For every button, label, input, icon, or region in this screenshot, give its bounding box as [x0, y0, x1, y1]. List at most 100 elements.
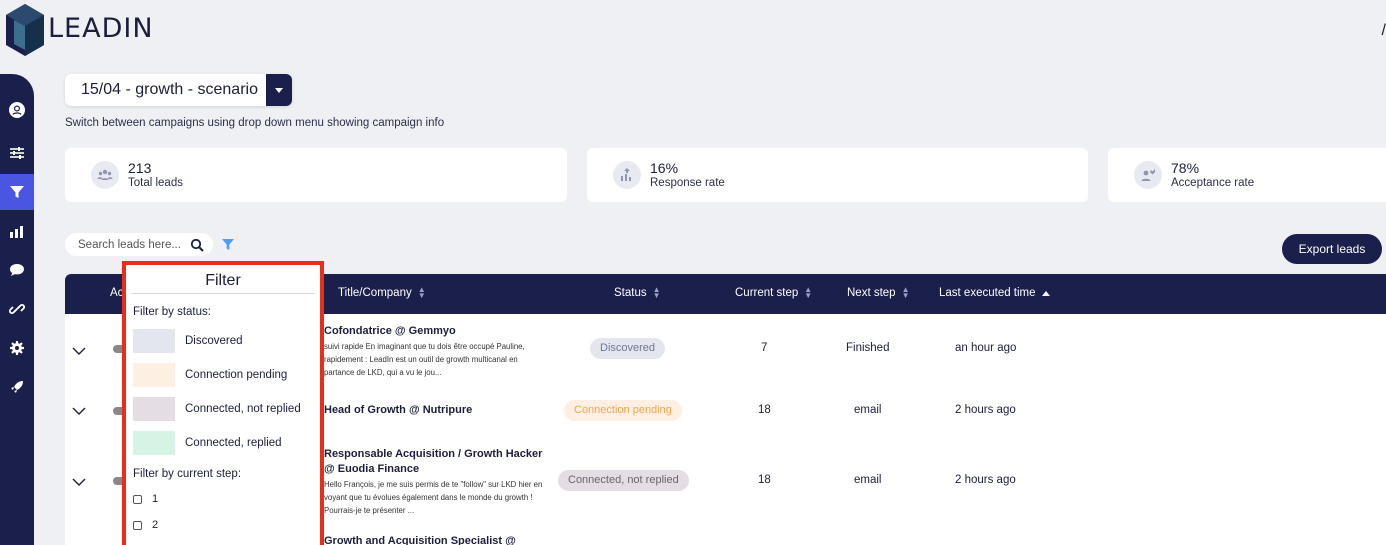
- step-option-label: 2: [152, 519, 159, 531]
- rocket-icon: [11, 381, 23, 393]
- status-badge: Discovered: [590, 338, 666, 359]
- link-icon: [9, 304, 25, 314]
- sort-icon: ▲ ▼: [417, 285, 426, 300]
- leadin-logo[interactable]: LEADIN: [6, 4, 154, 56]
- last-executed-cell: 2 hours ago: [955, 404, 1016, 416]
- step-checkbox[interactable]: [133, 520, 142, 530]
- stat-label: Total leads: [128, 177, 183, 189]
- campaign-dropdown[interactable]: 15/04 - growth - scenario: [65, 74, 292, 106]
- column-header-last-executed[interactable]: Last executed time: [939, 287, 1050, 299]
- sidebar-item-messages[interactable]: [0, 252, 34, 288]
- search-input[interactable]: [78, 238, 182, 251]
- column-header-label: Current step: [735, 287, 799, 299]
- last-executed-cell: 2 hours ago: [955, 474, 1016, 486]
- sort-icon: ▲ ▼: [901, 285, 910, 300]
- filter-status-option-connection-pending[interactable]: Connection pending: [133, 358, 320, 392]
- filter-title: Filter: [131, 265, 315, 294]
- gear-icon: [10, 341, 24, 355]
- lead-title[interactable]: Responsable Acquisition / Growth Hacker …: [324, 447, 544, 477]
- sort-ascending-icon: [1041, 290, 1050, 296]
- filter-status-option-connected-not-replied[interactable]: Connected, not replied: [133, 392, 320, 426]
- lead-title[interactable]: Growth and Acquisition Specialist @: [324, 534, 544, 545]
- column-header-current-step[interactable]: Current step ▲ ▼: [735, 285, 813, 300]
- next-step-cell: email: [854, 474, 882, 486]
- sidebar-item-integrations[interactable]: [0, 291, 34, 327]
- filter-status-option-connected-replied[interactable]: Connected, replied: [133, 426, 320, 460]
- status-option-label: Connection pending: [185, 369, 288, 381]
- lead-title[interactable]: Cofondatrice @ Gemmyo: [324, 324, 544, 339]
- chevron-down-icon[interactable]: [265, 74, 292, 106]
- stat-card-total-leads: 213 Total leads: [65, 148, 567, 202]
- stat-label: Response rate: [650, 177, 725, 189]
- status-option-label: Discovered: [185, 335, 243, 347]
- column-header-label: Status: [614, 287, 647, 299]
- filter-status-option-discovered[interactable]: Discovered: [133, 324, 320, 358]
- filter-step-option-2[interactable]: 2: [133, 512, 320, 538]
- lead-message-snippet: Hello François, je me suis permis de te …: [324, 480, 543, 515]
- current-step-cell: 18: [758, 474, 771, 486]
- column-header-label: Last executed time: [939, 287, 1036, 299]
- stat-label: Acceptance rate: [1171, 177, 1255, 189]
- status-badge: Connection pending: [564, 400, 682, 421]
- stat-value: 16%: [650, 160, 679, 176]
- response-chart-icon: [613, 161, 641, 189]
- filter-popup: Filter Filter by status: Discovered Conn…: [122, 261, 324, 545]
- sidebar-item-leads-filter[interactable]: [0, 174, 34, 210]
- step-checkbox[interactable]: [133, 494, 142, 504]
- status-color-swatch: [133, 397, 175, 421]
- sort-icon: ▲ ▼: [652, 285, 661, 300]
- status-color-swatch: [133, 329, 175, 353]
- sort-icon: ▲ ▼: [804, 285, 813, 300]
- column-header-status[interactable]: Status ▲ ▼: [614, 285, 661, 300]
- logo-mark-icon: [6, 4, 44, 56]
- sidebar-item-profile[interactable]: [0, 92, 34, 128]
- column-header-label: Title/Company: [338, 287, 412, 299]
- sidebar: [0, 74, 34, 545]
- next-step-cell: email: [854, 404, 882, 416]
- lead-message-snippet: suivi rapide En imaginant que tu dois êt…: [324, 342, 525, 377]
- export-leads-button[interactable]: Export leads: [1282, 234, 1382, 264]
- filter-status-heading: Filter by status:: [133, 306, 211, 318]
- filter-step-option-1[interactable]: 1: [133, 486, 320, 512]
- logo-text: LEADIN: [48, 12, 154, 44]
- lead-title[interactable]: Head of Growth @ Nutripure: [324, 403, 544, 418]
- sidebar-item-analytics[interactable]: [0, 213, 34, 249]
- top-right-partial-glyph: /: [1381, 22, 1386, 39]
- sliders-icon: [10, 147, 24, 159]
- bar-chart-icon: [10, 226, 23, 238]
- sidebar-item-settings[interactable]: [0, 330, 34, 366]
- stat-card-response-rate: 16% Response rate: [587, 148, 1088, 202]
- status-color-swatch: [133, 431, 175, 455]
- current-step-cell: 18: [758, 404, 771, 416]
- chat-icon: [10, 264, 24, 276]
- column-header-title-company[interactable]: Title/Company ▲ ▼: [338, 285, 426, 300]
- next-step-cell: Finished: [846, 342, 890, 354]
- chevron-down-icon[interactable]: [72, 406, 86, 416]
- search-box: [65, 233, 213, 256]
- step-option-label: 1: [152, 493, 159, 505]
- user-icon: [9, 102, 25, 118]
- sidebar-item-settings-sliders[interactable]: [0, 135, 34, 171]
- sidebar-item-launch[interactable]: [0, 369, 34, 405]
- status-option-label: Connected, not replied: [185, 403, 301, 415]
- filter-step-heading: Filter by current step:: [133, 468, 242, 480]
- filter-funnel-icon[interactable]: [221, 238, 235, 252]
- funnel-icon: [10, 186, 24, 198]
- last-executed-cell: an hour ago: [955, 342, 1017, 354]
- stat-card-acceptance-rate: 78% Acceptance rate: [1108, 148, 1386, 202]
- campaign-hint-text: Switch between campaigns using drop down…: [65, 117, 445, 129]
- search-icon[interactable]: [190, 238, 204, 252]
- stat-value: 213: [128, 160, 152, 176]
- chevron-down-icon[interactable]: [72, 346, 86, 356]
- column-header-next-step[interactable]: Next step ▲ ▼: [847, 285, 910, 300]
- status-color-swatch: [133, 363, 175, 387]
- status-option-label: Connected, replied: [185, 437, 282, 449]
- campaign-selected-label: 15/04 - growth - scenario: [81, 81, 258, 98]
- stat-value: 78%: [1171, 160, 1200, 176]
- status-badge: Connected, not replied: [558, 470, 689, 491]
- users-icon: [91, 161, 119, 189]
- chevron-down-icon[interactable]: [72, 477, 86, 487]
- current-step-cell: 7: [761, 342, 768, 354]
- acceptance-icon: [1134, 161, 1162, 189]
- column-header-label: Next step: [847, 287, 896, 299]
